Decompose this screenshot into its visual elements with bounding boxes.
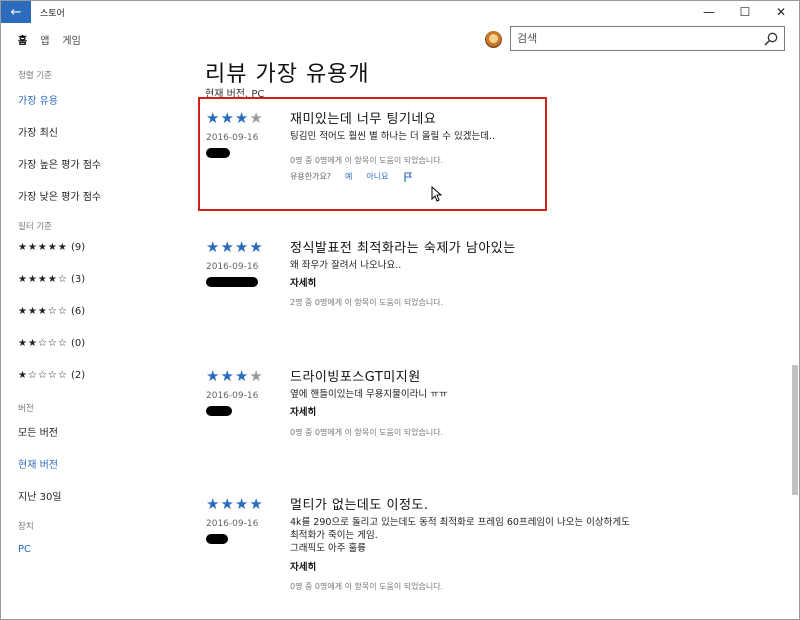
- version-all[interactable]: 모든 버전: [18, 424, 58, 439]
- helpful-count: 0명 중 0명에게 이 항목이 도움이 되었습니다.: [290, 428, 444, 437]
- review-title: 드라이빙포스GT미지원: [290, 370, 421, 385]
- review-body: 4k를 290으로 돌리고 있는데도 동적 최적화로 프레임 60프레임이 나오…: [290, 517, 630, 554]
- sort-most-helpful[interactable]: 가장 유용: [18, 92, 58, 107]
- close-icon: ✕: [775, 5, 787, 19]
- search-box: [510, 26, 785, 51]
- top-nav: 홈 앱 게임: [18, 32, 81, 47]
- window-title: 스토어: [40, 8, 65, 19]
- star-rating: ★★★★: [206, 238, 264, 256]
- star-filled-icon: ★: [220, 495, 235, 513]
- star-rating-icon: ★★★☆☆: [18, 306, 68, 317]
- search-input[interactable]: [511, 28, 758, 49]
- store-window: ← 스토어 — ☐ ✕ 홈 앱 게임 정렬 기준 가장 유용 가장 최신 가장 …: [0, 0, 800, 620]
- star-rating: ★★★★: [206, 367, 264, 385]
- avatar[interactable]: [485, 31, 502, 48]
- star-rating-icon: ★★☆☆☆: [18, 338, 68, 349]
- filter-count: (9): [71, 242, 86, 253]
- filter-2-stars[interactable]: ★★☆☆☆ (0): [18, 338, 85, 349]
- star-filled-icon: ★: [220, 238, 235, 256]
- filter-count: (0): [71, 338, 86, 349]
- nav-apps[interactable]: 앱: [40, 32, 49, 47]
- review-date: 2016-09-16: [206, 391, 259, 401]
- version-last-30-days[interactable]: 지난 30일: [18, 488, 62, 503]
- review-body: 옆에 핸들이있는데 무용지물이라니 ㅠㅠ: [290, 389, 448, 400]
- read-more-link[interactable]: 자세히: [290, 559, 316, 573]
- sort-newest[interactable]: 가장 최신: [18, 124, 58, 139]
- redacted-author: [206, 534, 228, 544]
- redacted-author: [206, 277, 258, 287]
- review-title: 정식발표전 최적화라는 숙제가 남아있는: [290, 241, 516, 256]
- star-filled-icon: ★: [220, 367, 235, 385]
- title-bar: ← 스토어 — ☐ ✕: [1, 1, 799, 23]
- star-empty-icon: ★: [249, 367, 264, 385]
- sort-lowest[interactable]: 가장 낮은 평가 점수: [18, 188, 101, 203]
- maximize-button[interactable]: ☐: [727, 1, 763, 23]
- filter-4-stars[interactable]: ★★★★☆ (3): [18, 274, 85, 285]
- version-header: 버전: [18, 404, 34, 414]
- search-icon: [764, 32, 778, 46]
- filter-count: (6): [71, 306, 86, 317]
- star-rating-icon: ★☆☆☆☆: [18, 370, 68, 381]
- star-filled-icon: ★: [206, 367, 221, 385]
- mouse-cursor-icon: [431, 186, 443, 202]
- filter-count: (3): [71, 274, 86, 285]
- nav-home[interactable]: 홈: [18, 32, 27, 47]
- minimize-button[interactable]: —: [691, 1, 727, 23]
- back-button[interactable]: ←: [1, 1, 31, 23]
- star-filled-icon: ★: [249, 495, 264, 513]
- star-filled-icon: ★: [234, 367, 250, 385]
- read-more-link[interactable]: 자세히: [290, 275, 316, 289]
- filter-header: 필터 기준: [18, 222, 52, 232]
- filter-3-stars[interactable]: ★★★☆☆ (6): [18, 306, 85, 317]
- filter-5-stars[interactable]: ★★★★★ (9): [18, 242, 85, 253]
- sort-highest[interactable]: 가장 높은 평가 점수: [18, 156, 101, 171]
- filter-1-star[interactable]: ★☆☆☆☆ (2): [18, 370, 85, 381]
- highlight-box: [198, 97, 547, 211]
- star-rating-icon: ★★★★☆: [18, 274, 68, 285]
- page-title: 리뷰 가장 유용개: [205, 62, 370, 87]
- read-more-link[interactable]: 자세히: [290, 404, 316, 418]
- helpful-count: 0명 중 0명에게 이 항목이 도움이 되었습니다.: [290, 582, 444, 591]
- star-filled-icon: ★: [206, 238, 221, 256]
- helpful-count: 2명 중 0명에게 이 항목이 도움이 되었습니다.: [290, 298, 444, 307]
- close-button[interactable]: ✕: [763, 1, 799, 23]
- star-rating-icon: ★★★★★: [18, 242, 68, 253]
- review-date: 2016-09-16: [206, 519, 259, 529]
- star-filled-icon: ★: [249, 238, 264, 256]
- star-rating: ★★★★: [206, 495, 264, 513]
- filter-count: (2): [71, 370, 86, 381]
- search-button[interactable]: [758, 27, 784, 50]
- device-pc[interactable]: PC: [18, 544, 31, 555]
- sort-header: 정렬 기준: [18, 71, 52, 81]
- version-current[interactable]: 현재 버전: [18, 456, 58, 471]
- star-filled-icon: ★: [234, 495, 250, 513]
- minimize-icon: —: [703, 5, 715, 19]
- star-filled-icon: ★: [206, 495, 221, 513]
- review-title: 멀티가 없는데도 이정도.: [290, 498, 429, 513]
- vertical-scrollbar[interactable]: [792, 365, 798, 495]
- review-date: 2016-09-16: [206, 262, 259, 272]
- star-filled-icon: ★: [234, 238, 250, 256]
- back-arrow-icon: ←: [10, 4, 22, 20]
- nav-games[interactable]: 게임: [62, 32, 80, 47]
- review-body: 왜 좌우가 잘려서 나오나요..: [290, 260, 402, 271]
- device-header: 장치: [18, 522, 34, 532]
- redacted-author: [206, 406, 232, 416]
- maximize-icon: ☐: [739, 5, 751, 19]
